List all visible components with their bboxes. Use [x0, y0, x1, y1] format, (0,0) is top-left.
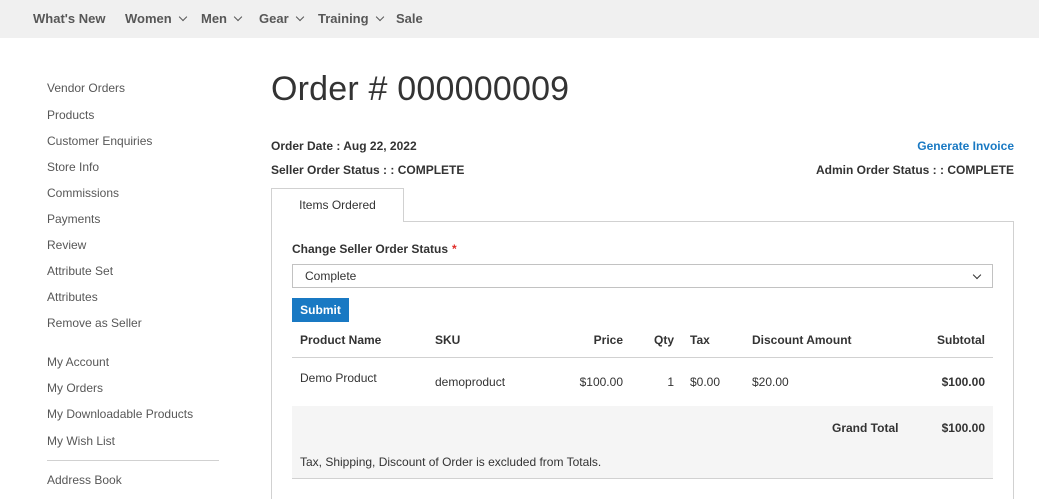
chevron-down-icon [295, 12, 304, 22]
cell-discount: $20.00 [752, 375, 789, 389]
page-title: Order # 000000009 [271, 70, 570, 108]
nav-item-men[interactable]: Men [201, 0, 243, 38]
order-date: Order Date : Aug 22, 2022 [271, 139, 417, 153]
nav-item-training[interactable]: Training [318, 0, 384, 38]
nav-label: Sale [396, 11, 423, 26]
admin-order-status: Admin Order Status : : COMPLETE [815, 163, 1014, 177]
change-status-label-text: Change Seller Order Status [292, 242, 449, 256]
sidebar-item-my-downloadable-products[interactable]: My Downloadable Products [47, 407, 193, 421]
column-header-product-name: Product Name [300, 333, 382, 347]
column-header-price: Price [593, 333, 623, 347]
sidebar-item-store-info[interactable]: Store Info [47, 160, 99, 174]
sidebar-item-my-orders[interactable]: My Orders [47, 381, 103, 395]
sidebar-item-remove-as-seller[interactable]: Remove as Seller [47, 316, 142, 330]
cell-product-name: Demo Product [300, 371, 377, 385]
totals-note: Tax, Shipping, Discount of Order is excl… [300, 455, 602, 469]
chevron-down-icon [233, 12, 243, 22]
cell-subtotal: $100.00 [941, 375, 985, 389]
sidebar-item-attributes[interactable]: Attributes [47, 290, 98, 304]
sidebar-item-payments[interactable]: Payments [47, 212, 100, 226]
nav-item-women[interactable]: Women [125, 0, 187, 38]
chevron-down-icon [972, 270, 982, 280]
table-header-divider [292, 357, 993, 358]
sidebar-item-my-wish-list[interactable]: My Wish List [47, 434, 115, 448]
column-header-sku: SKU [435, 333, 461, 347]
nav-label: What's New [33, 11, 106, 26]
nav-label: Gear [259, 11, 289, 26]
sidebar-item-customer-enquiries[interactable]: Customer Enquiries [47, 134, 152, 148]
top-navigation: What's New Women Men Gear Training Sale [0, 0, 1039, 38]
nav-label: Women [125, 11, 172, 26]
cell-tax: $0.00 [690, 375, 721, 389]
nav-item-gear[interactable]: Gear [259, 0, 304, 38]
grand-total-value: $100.00 [941, 421, 985, 435]
seller-order-status: Seller Order Status : : COMPLETE [271, 163, 465, 177]
chevron-down-icon [178, 12, 187, 22]
tab-items-ordered[interactable]: Items Ordered [271, 188, 404, 222]
column-header-discount-amount: Discount Amount [752, 333, 852, 347]
sidebar-item-address-book[interactable]: Address Book [47, 473, 122, 487]
required-asterisk: * [452, 242, 457, 256]
grand-total-label: Grand Total [832, 421, 899, 435]
cell-price: $100.00 [579, 375, 623, 389]
chevron-down-icon [375, 12, 384, 22]
sidebar-item-my-account[interactable]: My Account [47, 355, 109, 369]
nav-label: Training [318, 11, 369, 26]
sidebar-item-products[interactable]: Products [47, 108, 94, 122]
sidebar-item-review[interactable]: Review [47, 238, 86, 252]
nav-item-whats-new[interactable]: What's New [33, 0, 105, 38]
change-status-label: Change Seller Order Status * [292, 242, 457, 256]
sidebar-divider [47, 460, 219, 461]
cell-qty: 1 [667, 375, 674, 389]
generate-invoice-link[interactable]: Generate Invoice [917, 139, 1014, 153]
submit-button[interactable]: Submit [292, 298, 349, 322]
cell-sku: demoproduct [435, 375, 506, 389]
sidebar-item-vendor-orders[interactable]: Vendor Orders [47, 81, 125, 95]
column-header-tax: Tax [690, 333, 710, 347]
nav-label: Men [201, 11, 227, 26]
column-header-subtotal: Subtotal [937, 333, 985, 347]
column-header-qty: Qty [653, 333, 674, 347]
nav-item-sale[interactable]: Sale [396, 0, 423, 38]
sidebar-item-commissions[interactable]: Commissions [47, 186, 119, 200]
select-value: Complete [305, 269, 357, 283]
seller-order-status-select[interactable]: Complete [292, 264, 993, 288]
sidebar-item-attribute-set[interactable]: Attribute Set [47, 264, 113, 278]
totals-bottom-border [292, 478, 993, 479]
